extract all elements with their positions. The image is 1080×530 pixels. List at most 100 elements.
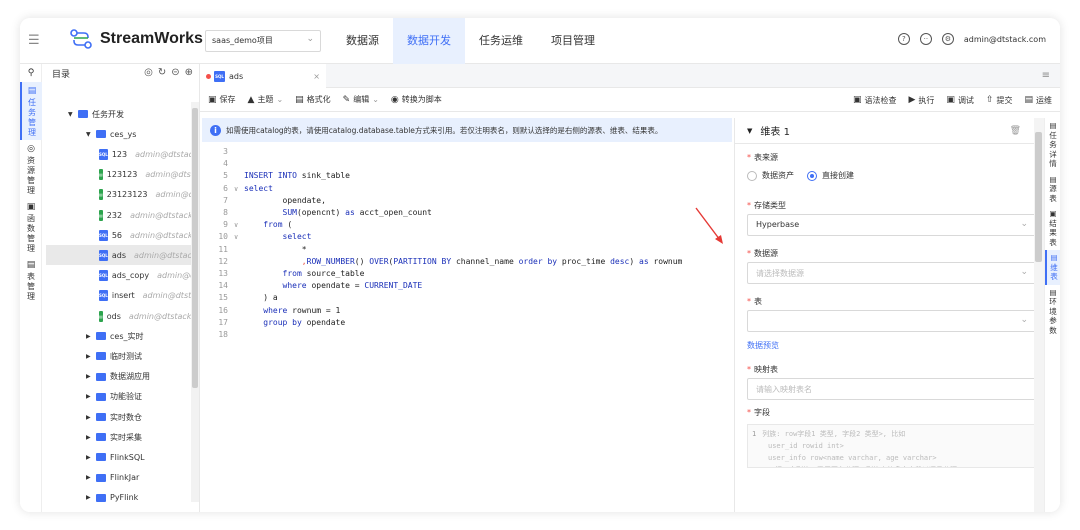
fold-chevron-icon[interactable]: ∨ [234, 231, 238, 243]
caret-right-icon[interactable]: ▶ [86, 474, 96, 481]
table-label: * 表 [747, 297, 762, 306]
ops-button[interactable]: ▤ 运维 [1024, 95, 1052, 106]
tree-task[interactable]: ▤ 123123 admin@dtst... [46, 165, 196, 185]
rail-function-mgmt[interactable]: ▣ 函数管理 [20, 198, 42, 256]
format-button[interactable]: ▤ 格式化 [295, 94, 331, 105]
tree-folder[interactable]: ▶ 数据湖应用 [46, 367, 196, 387]
datasource-select[interactable]: 请选择数据源 ⌄ [747, 262, 1037, 284]
siderail-task-detail[interactable]: ▤ 任务详情 [1045, 118, 1060, 172]
source-icon: ▤ [1049, 174, 1057, 184]
table-select[interactable]: ⌄ [747, 310, 1037, 332]
message-icon[interactable]: ·· [919, 33, 932, 45]
sql-icon: SQL [99, 148, 108, 160]
top-bar: ☰ StreamWorks saas_demo项目 ⌄ 数据源 数据开发 任务运… [20, 18, 1060, 64]
hamburger-menu-icon[interactable]: ☰ [28, 33, 44, 48]
scroll-thumb[interactable] [192, 108, 198, 388]
tree-task[interactable]: ▤ ods admin@dtstack... [46, 306, 196, 326]
rail-task-mgmt[interactable]: ▤ 任务管理 [20, 82, 42, 140]
add-icon[interactable]: ⊕ [185, 67, 193, 78]
trash-icon[interactable]: 🗑 [1010, 126, 1021, 136]
tree-folder[interactable]: ▶ 功能验证 [46, 387, 196, 407]
rail-resource-mgmt[interactable]: ◎ 资源管理 [20, 140, 42, 198]
tree-folder[interactable]: ▼ 任务开发 [46, 104, 196, 124]
tree-folder[interactable]: ▶ 临时测试 [46, 346, 196, 366]
save-icon: ▣ [208, 94, 217, 105]
caret-right-icon[interactable]: ▶ [86, 373, 96, 380]
syntax-check-button[interactable]: ▣ 语法检查 [853, 95, 897, 106]
theme-button[interactable]: ▲ 主题 ⌄ [248, 94, 284, 105]
caret-right-icon[interactable]: ▶ [86, 353, 96, 360]
siderail-env-params[interactable]: ▤ 环境参数 [1045, 285, 1060, 339]
nav-ops[interactable]: 任务运维 [465, 18, 537, 64]
submit-button[interactable]: ⇧ 提交 [986, 95, 1013, 106]
tree-folder[interactable]: ▶ PyFlink [46, 488, 196, 508]
tree-folder[interactable]: ▶ 实时采集 [46, 427, 196, 447]
tree-task[interactable]: SQLads_copyadmin@dt... [46, 266, 196, 286]
catalog-scrollbar[interactable] [191, 102, 199, 502]
save-button[interactable]: ▣ 保存 [208, 94, 236, 105]
field-line: 1 列族: row字段1 类型, 字段2 类型>, 比如 [752, 428, 1032, 440]
sql-editor[interactable]: 3 4 5 INSERT INTO sink_table 6 ∨ select 7 opend… [200, 146, 732, 512]
tree-task[interactable]: SQL56 admin@dtstack.c... [46, 225, 196, 245]
close-icon[interactable]: × [313, 72, 320, 81]
caret-right-icon[interactable]: ▶ [86, 434, 96, 441]
collapse-icon[interactable]: ⊝ [171, 67, 179, 78]
app-logo[interactable]: StreamWorks [68, 28, 203, 50]
data-preview-link[interactable]: 数据预览 [747, 340, 779, 351]
tab-ads[interactable]: SQL ads × [200, 64, 326, 88]
run-button[interactable]: ▶ 执行 [909, 95, 935, 106]
tree-label: insert [111, 291, 135, 301]
rail-search[interactable]: ⚲ [20, 64, 42, 82]
tree-folder[interactable]: ▶ ces_实时 [46, 326, 196, 346]
convert-script-button[interactable]: ◉ 转换为脚本 [391, 94, 442, 105]
tree-folder[interactable]: ▶ FlinkJar [46, 468, 196, 488]
rail-table-mgmt[interactable]: ▤ 表管理 [20, 256, 42, 304]
project-select[interactable]: saas_demo项目 ⌄ [205, 30, 321, 52]
siderail-label: 源表 [1049, 184, 1057, 203]
siderail-dim-table[interactable]: ▤ 维表 [1045, 250, 1060, 285]
caret-down-icon[interactable]: ▼ [68, 111, 78, 118]
tree-folder[interactable]: ▶ 实时数仓 [46, 407, 196, 427]
caret-right-icon[interactable]: ▶ [86, 333, 96, 340]
tree-folder[interactable]: ▼ ces_ys [46, 124, 196, 144]
radio-direct-create[interactable]: 直接创建 [807, 170, 854, 181]
tree-task[interactable]: ▤23123123 admin@d... [46, 185, 196, 205]
tree-task[interactable]: ▤ 232 admin@dtstack... [46, 205, 196, 225]
folder-icon [96, 413, 106, 421]
refresh-icon[interactable]: ↻ [158, 67, 166, 78]
scroll-thumb[interactable] [1035, 132, 1042, 262]
caret-right-icon[interactable]: ▶ [86, 393, 96, 400]
fields-editor[interactable]: 1 列族: row字段1 类型, 字段2 类型>, 比如 user_id rowid… [747, 424, 1037, 468]
radio-data-asset[interactable]: 数据资产 [747, 170, 794, 181]
help-icon[interactable]: ? [897, 33, 910, 45]
fold-chevron-icon[interactable]: ∨ [234, 183, 238, 195]
debug-button[interactable]: ▣ 调试 [946, 95, 974, 106]
storage-type-select[interactable]: Hyperbase ⌄ [747, 214, 1037, 236]
panel-scrollbar[interactable] [1034, 118, 1044, 512]
siderail-result-table[interactable]: ▣ 结果表 [1045, 206, 1060, 250]
nav-datasource[interactable]: 数据源 [332, 18, 393, 64]
edit-button[interactable]: ✎ 编辑 ⌄ [343, 94, 379, 105]
label-text: 存储类型 [754, 201, 786, 210]
code-line: from ( [263, 220, 293, 230]
nav-data-dev[interactable]: 数据开发 [393, 18, 465, 64]
nav-project-mgmt[interactable]: 项目管理 [537, 18, 609, 64]
tree-folder[interactable]: ▶ FlinkSQL [46, 447, 196, 467]
fold-chevron-icon[interactable]: ∨ [234, 219, 238, 231]
line-number: 14 [218, 281, 228, 291]
dim-table-header[interactable]: ▼ 维表 1 🗑 [735, 118, 1035, 144]
tabs-menu-icon[interactable]: ≡ [1042, 70, 1050, 81]
mapping-table-input[interactable]: 请输入映射表名 [747, 378, 1037, 400]
tree-task[interactable]: SQLinsert admin@dtstac... [46, 286, 196, 306]
caret-right-icon[interactable]: ▶ [86, 414, 96, 421]
caret-right-icon[interactable]: ▶ [86, 494, 96, 501]
gear-icon[interactable]: ⚙ [941, 33, 954, 45]
caret-down-icon[interactable]: ▼ [86, 131, 96, 138]
function-icon: ▣ [26, 202, 36, 212]
caret-right-icon[interactable]: ▶ [86, 454, 96, 461]
tree-task[interactable]: SQLads admin@dtstack... [46, 245, 196, 266]
locate-icon[interactable]: ◎ [144, 67, 153, 78]
user-name[interactable]: admin@dtstack.com [964, 35, 1046, 44]
siderail-source-table[interactable]: ▤ 源表 [1045, 172, 1060, 207]
tree-task[interactable]: SQL123 admin@dtstack... [46, 144, 196, 164]
